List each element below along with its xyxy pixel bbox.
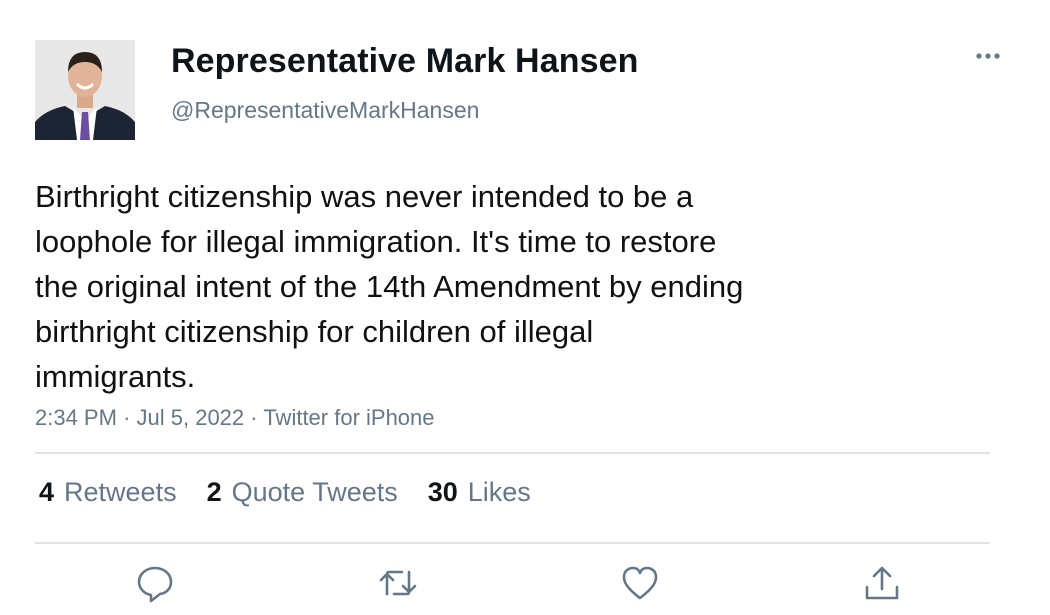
avatar[interactable] — [35, 40, 135, 140]
tweet-text-line: loophole for illegal immigration. It's t… — [35, 224, 717, 259]
quote-tweets-label: Quote Tweets — [231, 477, 398, 507]
tweet-text-line: Birthright citizenship was never intende… — [35, 179, 694, 214]
more-icon — [976, 53, 1000, 59]
divider — [35, 452, 990, 454]
likes-stat[interactable]: 30 Likes — [428, 477, 531, 508]
meta-separator: · — [123, 405, 131, 430]
reply-button[interactable] — [135, 563, 175, 603]
share-button[interactable] — [862, 563, 902, 603]
author-display-name[interactable]: Representative Mark Hansen — [171, 42, 638, 81]
like-icon — [622, 566, 658, 600]
share-icon — [865, 566, 899, 600]
quote-tweets-count: 2 — [206, 477, 222, 507]
meta-separator: · — [250, 405, 258, 430]
tweet-date-link[interactable]: Jul 5, 2022 — [137, 405, 245, 430]
like-button[interactable] — [620, 563, 660, 603]
tweet-text: Birthright citizenship was never intende… — [35, 174, 935, 399]
engagement-stats: 4 Retweets 2 Quote Tweets 30 Likes — [39, 477, 531, 508]
tweet-meta: 2:34 PM · Jul 5, 2022 · Twitter for iPho… — [35, 405, 435, 431]
retweet-icon — [379, 570, 417, 596]
retweets-stat[interactable]: 4 Retweets — [39, 477, 177, 508]
retweets-count: 4 — [39, 477, 55, 507]
tweet-text-line: birthright citizenship for children of i… — [35, 314, 594, 349]
likes-count: 30 — [427, 477, 458, 507]
quote-tweets-stat[interactable]: 2 Quote Tweets — [207, 477, 398, 508]
tweet-text-line: the original intent of the 14th Amendmen… — [35, 269, 744, 304]
tweet-time-link[interactable]: 2:34 PM — [35, 405, 117, 430]
likes-label: Likes — [467, 477, 531, 507]
reply-icon — [137, 566, 173, 603]
divider — [35, 542, 990, 544]
retweet-button[interactable] — [378, 563, 418, 603]
tweet-text-line: immigrants. — [35, 359, 196, 394]
retweets-label: Retweets — [64, 477, 177, 507]
tweet-source-link[interactable]: Twitter for iPhone — [263, 405, 434, 430]
more-options-button[interactable] — [968, 38, 1008, 74]
avatar-photo — [35, 40, 135, 140]
author-handle[interactable]: @RepresentativeMarkHansen — [171, 97, 479, 124]
